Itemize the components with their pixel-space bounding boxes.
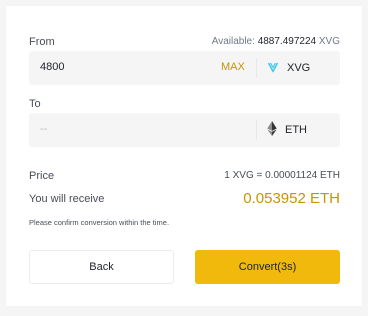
- from-label: From: [29, 36, 55, 48]
- to-input-row: -- ETH: [29, 113, 340, 147]
- convert-card: From Available: 4887.497224 XVG 4800 MAX…: [6, 6, 362, 306]
- to-amount-input[interactable]: --: [40, 123, 200, 135]
- available-unit: XVG: [318, 36, 340, 47]
- to-label: To: [29, 98, 41, 110]
- max-button[interactable]: MAX: [221, 61, 245, 73]
- available-amount: 4887.497224: [257, 36, 317, 47]
- from-input-row: 4800 MAX XVG: [29, 51, 340, 85]
- divider: [256, 120, 257, 140]
- receive-label: You will receive: [29, 193, 105, 205]
- verge-icon: [267, 61, 279, 76]
- available-label: Available:: [211, 36, 255, 47]
- back-button[interactable]: Back: [29, 250, 174, 284]
- convert-button[interactable]: Convert(3s): [195, 250, 340, 284]
- price-label: Price: [29, 170, 55, 182]
- ethereum-icon: [267, 121, 277, 139]
- from-coin-label: XVG: [287, 62, 311, 74]
- divider: [256, 58, 257, 78]
- from-coin-selector[interactable]: XVG: [267, 51, 310, 85]
- receive-value: 0.053952 ETH: [243, 190, 340, 207]
- to-coin-label: ETH: [285, 124, 307, 136]
- confirm-note: Please confirm conversion within the tim…: [29, 218, 170, 227]
- price-value: 1 XVG = 0.00001124 ETH: [224, 170, 340, 181]
- from-amount-input[interactable]: 4800: [40, 61, 200, 73]
- to-coin-selector[interactable]: ETH: [267, 113, 307, 147]
- available-balance: Available: 4887.497224 XVG: [212, 36, 340, 47]
